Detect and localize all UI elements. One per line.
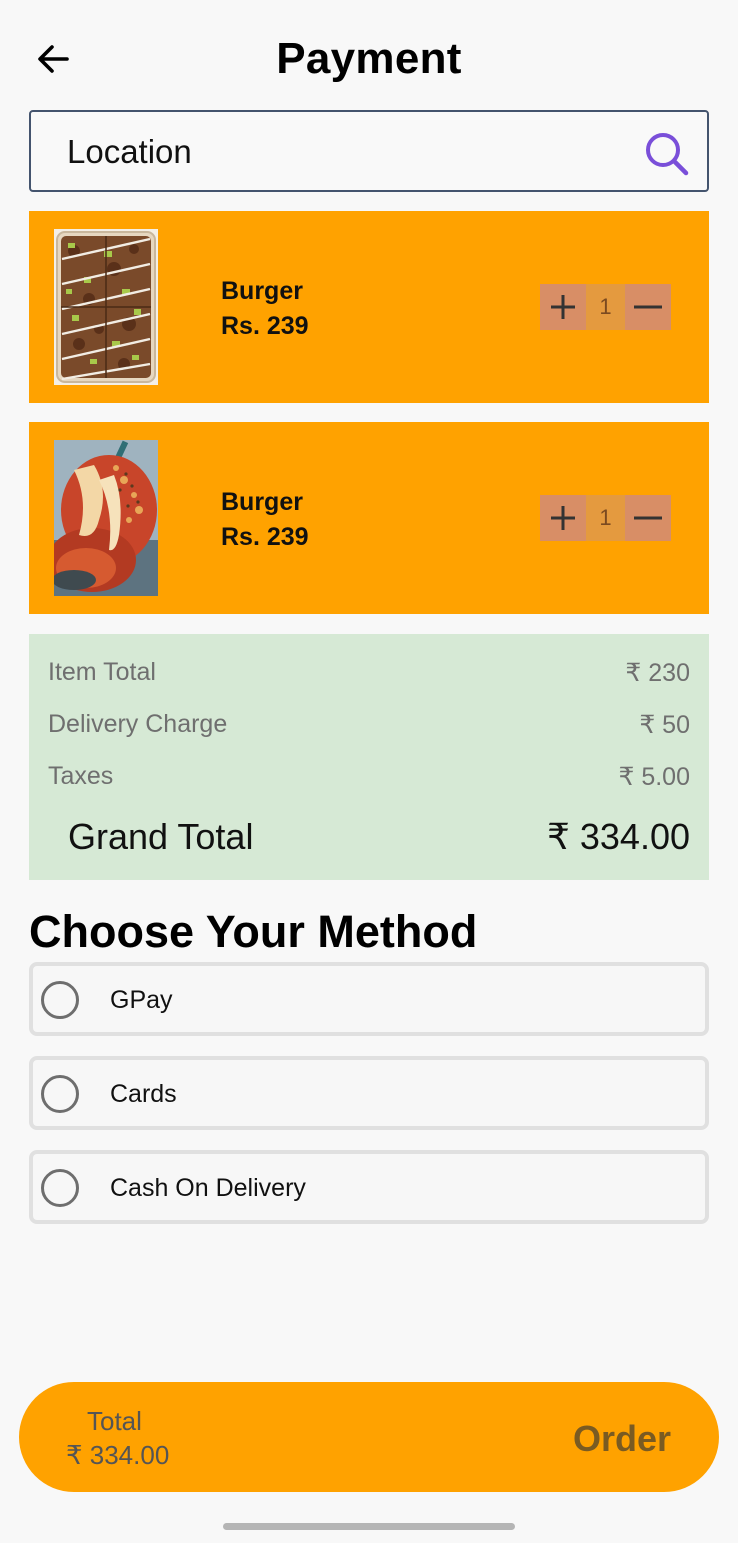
page-title: Payment bbox=[276, 34, 462, 83]
cart-item: Burger Rs. 239 1 bbox=[29, 211, 709, 403]
minus-icon bbox=[634, 305, 662, 309]
plus-icon bbox=[551, 506, 575, 530]
item-price: Rs. 239 bbox=[221, 523, 309, 551]
taxes-label: Taxes bbox=[48, 762, 114, 790]
item-name: Burger bbox=[221, 488, 303, 516]
increment-button[interactable] bbox=[540, 495, 586, 541]
delivery-charge-value: ₹ 50 bbox=[639, 711, 690, 739]
payment-option-label: Cards bbox=[110, 1080, 177, 1108]
cart-item: Burger Rs. 239 1 bbox=[29, 422, 709, 614]
grand-total-label: Grand Total bbox=[68, 816, 254, 857]
quantity-value: 1 bbox=[586, 284, 625, 330]
radio-button[interactable] bbox=[41, 1169, 79, 1207]
payment-option-label: Cash On Delivery bbox=[110, 1174, 306, 1202]
order-total-value: ₹ 334.00 bbox=[66, 1440, 170, 1470]
location-search-box bbox=[29, 110, 709, 192]
item-name: Burger bbox=[221, 277, 303, 305]
decrement-button[interactable] bbox=[625, 495, 671, 541]
decrement-button[interactable] bbox=[625, 284, 671, 330]
taxes-value: ₹ 5.00 bbox=[618, 763, 690, 791]
payment-option-gpay[interactable]: GPay bbox=[29, 962, 709, 1036]
delivery-charge-row: Delivery Charge ₹ 50 bbox=[48, 710, 690, 740]
home-indicator[interactable] bbox=[223, 1523, 515, 1530]
quantity-stepper: 1 bbox=[540, 284, 671, 330]
quantity-value: 1 bbox=[586, 495, 625, 541]
app-header: Payment bbox=[0, 0, 738, 110]
bill-summary: Item Total ₹ 230 Delivery Charge ₹ 50 Ta… bbox=[29, 634, 709, 880]
location-input[interactable] bbox=[67, 130, 627, 174]
item-total-value: ₹ 230 bbox=[625, 659, 690, 687]
search-button[interactable] bbox=[643, 130, 691, 178]
payment-option-cash-on-delivery[interactable]: Cash On Delivery bbox=[29, 1150, 709, 1224]
item-total-row: Item Total ₹ 230 bbox=[48, 658, 690, 688]
payment-option-cards[interactable]: Cards bbox=[29, 1056, 709, 1130]
order-button[interactable]: Order bbox=[573, 1418, 671, 1460]
payment-option-label: GPay bbox=[110, 986, 173, 1014]
food-skillet-image bbox=[54, 440, 158, 596]
order-bar: Total ₹ 334.00 Order bbox=[19, 1382, 719, 1492]
radio-button[interactable] bbox=[41, 1075, 79, 1113]
minus-icon bbox=[634, 516, 662, 520]
item-price: Rs. 239 bbox=[221, 312, 309, 340]
taxes-row: Taxes ₹ 5.00 bbox=[48, 762, 690, 792]
grand-total-value: ₹ 334.00 bbox=[546, 816, 690, 857]
quantity-stepper: 1 bbox=[540, 495, 671, 541]
item-total-label: Item Total bbox=[48, 658, 156, 686]
radio-button[interactable] bbox=[41, 981, 79, 1019]
grand-total-row: Grand Total ₹ 334.00 bbox=[68, 816, 690, 858]
payment-method-heading: Choose Your Method bbox=[29, 906, 478, 957]
order-total-label: Total bbox=[87, 1406, 142, 1436]
food-tray-image bbox=[54, 229, 158, 385]
increment-button[interactable] bbox=[540, 284, 586, 330]
plus-icon bbox=[551, 295, 575, 319]
delivery-charge-label: Delivery Charge bbox=[48, 710, 228, 738]
search-icon bbox=[646, 133, 689, 176]
